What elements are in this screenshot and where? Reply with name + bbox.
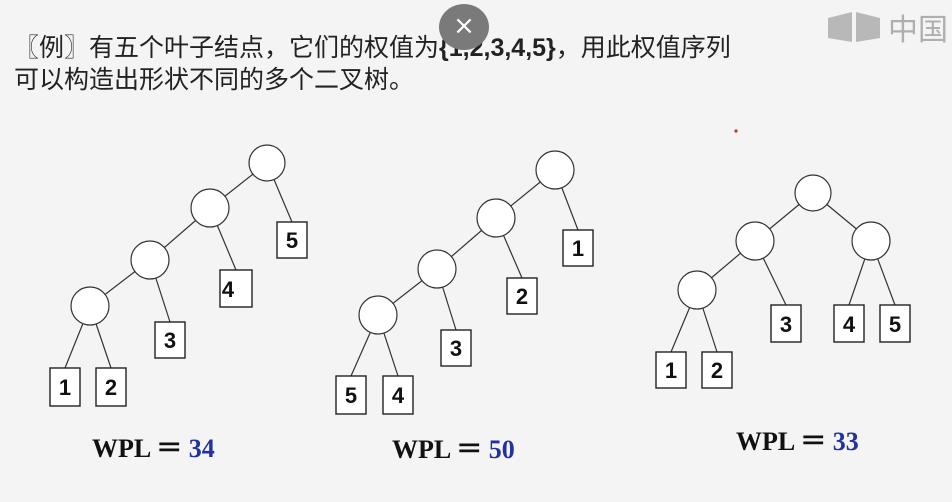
wpl-value: 50 bbox=[488, 435, 515, 464]
internal-node bbox=[248, 144, 286, 182]
leaf-node: 2 bbox=[701, 351, 733, 389]
internal-node bbox=[417, 249, 457, 289]
leaf-label: 5 bbox=[889, 312, 901, 337]
wpl-value: 34 bbox=[188, 434, 215, 463]
wpl-label: WPL ＝ bbox=[392, 435, 483, 464]
leaf-node: 3 bbox=[440, 329, 472, 367]
leaf-label: 1 bbox=[59, 375, 71, 400]
leaf-node: 5 bbox=[879, 304, 911, 343]
leaf-node: 4 bbox=[833, 304, 865, 343]
leaf-node: 1 bbox=[655, 351, 687, 389]
leaf-label: 2 bbox=[105, 375, 117, 400]
wpl-label: WPL ＝ bbox=[736, 427, 827, 456]
internal-node bbox=[476, 198, 516, 238]
leaf-node: 5 bbox=[335, 375, 367, 415]
leaf-node: 4 bbox=[382, 375, 414, 415]
leaf-label: 5 bbox=[345, 383, 357, 408]
internal-node bbox=[535, 150, 575, 190]
internal-node bbox=[735, 221, 775, 261]
wpl-label: WPL ＝ bbox=[92, 434, 183, 463]
wpl-tree-2: WPL ＝ 50 bbox=[392, 429, 515, 466]
leaf-node: 2 bbox=[95, 367, 127, 407]
internal-node bbox=[677, 270, 717, 310]
leaf-label: 4 bbox=[392, 383, 405, 408]
internal-node bbox=[851, 221, 891, 261]
leaf-label: 3 bbox=[164, 328, 176, 353]
wpl-tree-1: WPL ＝ 34 bbox=[92, 428, 215, 465]
tree-3: 1 2 3 4 5 bbox=[655, 174, 911, 389]
wpl-value: 33 bbox=[832, 427, 859, 456]
internal-node bbox=[794, 174, 832, 212]
leaf-node: 1 bbox=[562, 229, 594, 267]
leaf-node: 5 bbox=[276, 221, 308, 259]
leaf-label: 1 bbox=[665, 358, 677, 383]
leaf-label: 2 bbox=[711, 358, 723, 383]
leaf-label: 5 bbox=[286, 228, 298, 253]
internal-node bbox=[130, 240, 170, 280]
leaf-label: 3 bbox=[780, 312, 792, 337]
leaf-label: 1 bbox=[572, 236, 584, 261]
leaf-node: 3 bbox=[770, 304, 802, 343]
dot-mark bbox=[734, 129, 738, 133]
leaf-label: 4 bbox=[843, 312, 856, 337]
tree-1: 1 2 3 4 5 bbox=[49, 144, 308, 407]
leaf-node: 1 bbox=[49, 367, 81, 407]
internal-node bbox=[358, 295, 398, 335]
leaf-label: 2 bbox=[516, 284, 528, 309]
leaf-label: 3 bbox=[450, 336, 462, 361]
wpl-tree-3: WPL ＝ 33 bbox=[736, 421, 859, 458]
internal-node bbox=[190, 188, 230, 228]
tree-2: 5 4 3 2 1 bbox=[335, 150, 594, 415]
leaf-node: 4 bbox=[219, 269, 253, 308]
internal-node bbox=[70, 286, 110, 326]
leaf-node: 3 bbox=[154, 321, 186, 359]
leaf-label: 4 bbox=[222, 277, 235, 302]
leaf-node: 2 bbox=[506, 277, 538, 315]
